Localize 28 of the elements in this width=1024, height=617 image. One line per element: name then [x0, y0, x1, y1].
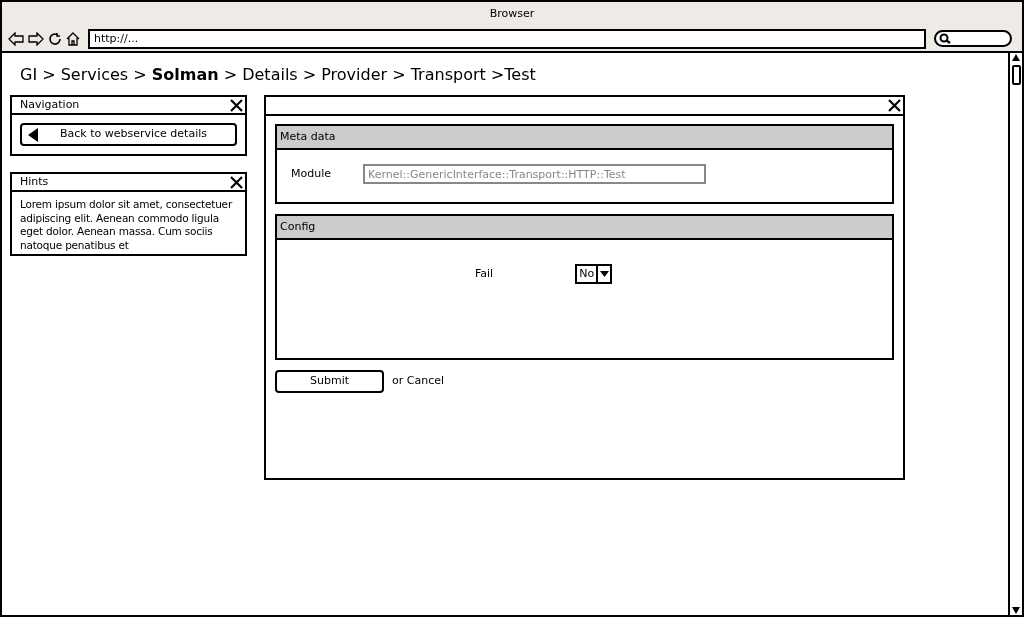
left-arrow-icon [28, 127, 38, 142]
submit-button[interactable]: Submit [275, 370, 384, 393]
close-icon[interactable] [230, 98, 243, 112]
home-icon[interactable] [66, 31, 80, 46]
back-button[interactable]: Back to webservice details [20, 123, 237, 146]
section-header: Meta data [277, 126, 892, 150]
field-label: Fail [475, 265, 494, 282]
module-field[interactable]: Kernel::GenericInterface::Transport::HTTP::Test [363, 164, 706, 184]
search-field[interactable] [934, 30, 1012, 47]
dropdown-icon [599, 271, 609, 277]
window-title: Browser [2, 2, 1022, 26]
address-bar[interactable]: http://... [88, 28, 926, 49]
close-icon[interactable] [230, 175, 243, 189]
search-icon [939, 33, 951, 44]
scroll-down-icon[interactable] [1011, 606, 1021, 615]
section-header: Config [277, 216, 892, 240]
select-field[interactable]: No [575, 264, 613, 284]
close-icon[interactable] [888, 99, 901, 112]
field-label: Module [291, 165, 332, 182]
back-icon[interactable] [8, 31, 24, 46]
reload-icon[interactable] [48, 31, 62, 46]
panel-title: Navigation [20, 96, 80, 113]
forward-icon[interactable] [28, 31, 44, 46]
breadcrumb: GI > Services > Solman > Details > Provider > Transport >Test [20, 64, 537, 85]
cancel-link[interactable]: or Cancel [392, 373, 444, 390]
scrollbar-thumb[interactable] [1011, 65, 1021, 85]
hint-text: Lorem ipsum dolor sit amet, consectetuer adipiscing elit. Aenean commodo ligula eget dolor. Aenean massa. Cum sociis natoque penatibus et [19, 197, 234, 253]
panel-title: Hints [20, 173, 49, 190]
